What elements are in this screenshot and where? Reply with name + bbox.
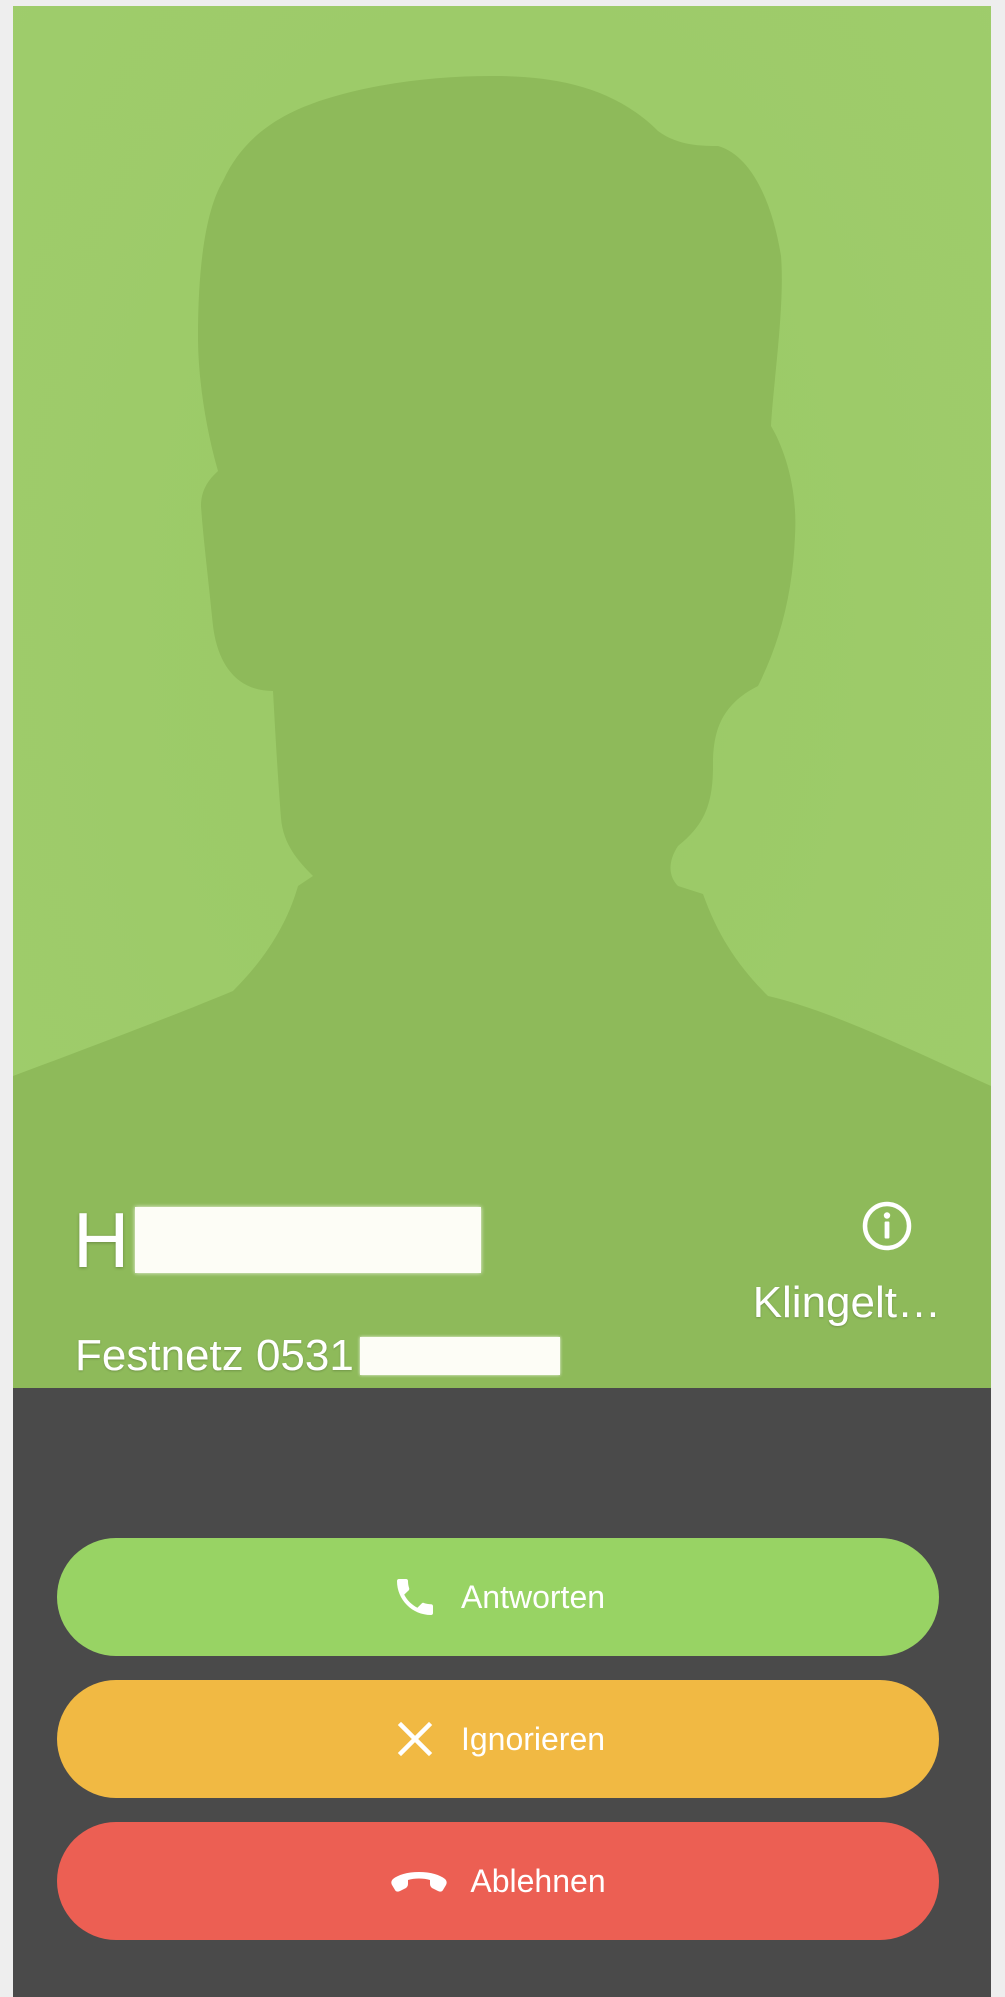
ignore-label: Ignorieren xyxy=(460,1720,606,1757)
incoming-call-screen: H Festnetz 0531 Klingelt… Antworten Igno… xyxy=(13,6,991,1997)
caller-name-initial: H xyxy=(73,1196,130,1284)
phone-icon xyxy=(391,1573,439,1621)
answer-label: Antworten xyxy=(460,1578,606,1615)
caller-number: Festnetz 0531 xyxy=(75,1332,560,1380)
decline-button[interactable]: Ablehnen xyxy=(57,1822,939,1940)
info-icon xyxy=(862,1201,912,1251)
person-silhouette-icon xyxy=(13,76,991,1388)
caller-photo-area: H Festnetz 0531 Klingelt… xyxy=(13,6,991,1388)
redacted-number-block xyxy=(359,1337,560,1375)
answer-button[interactable]: Antworten xyxy=(57,1538,939,1656)
decline-label: Ablehnen xyxy=(470,1862,606,1899)
info-button[interactable] xyxy=(859,1198,915,1254)
ignore-button[interactable]: Ignorieren xyxy=(57,1680,939,1798)
redacted-name-block xyxy=(135,1207,482,1273)
close-icon xyxy=(391,1715,439,1763)
hang-up-icon xyxy=(390,1857,448,1905)
caller-number-text: Festnetz 0531 xyxy=(75,1331,354,1380)
caller-name: H xyxy=(73,1196,482,1284)
call-status-label: Klingelt… xyxy=(752,1278,941,1327)
